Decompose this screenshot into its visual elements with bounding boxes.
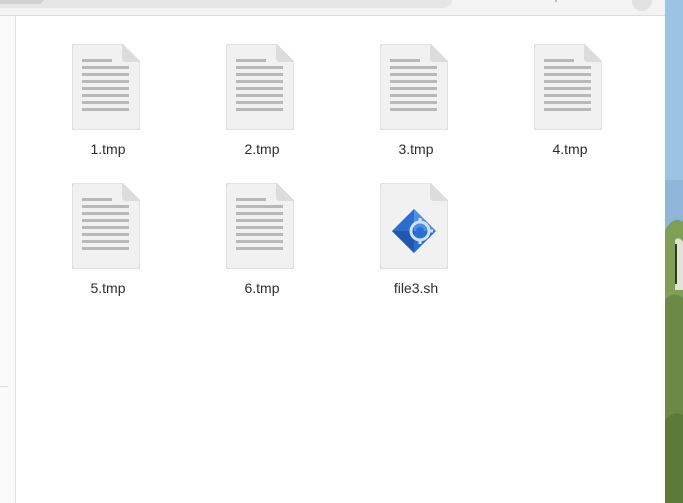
file-manager-window: 1.tmp 2.tmp 3.tmp 4.tmp 5.tmp 6.tmp file…	[0, 0, 665, 503]
header-separator	[555, 0, 557, 2]
file-item-1-tmp[interactable]: 1.tmp	[48, 44, 168, 174]
file-item-3-tmp[interactable]: 3.tmp	[356, 44, 476, 174]
path-bar[interactable]	[0, 0, 452, 8]
file-name-label: 4.tmp	[552, 141, 588, 157]
sidebar	[0, 16, 16, 503]
text-file-icon	[72, 183, 140, 269]
file-name-label: 1.tmp	[90, 141, 126, 157]
file-item-2-tmp[interactable]: 2.tmp	[202, 44, 322, 174]
text-file-icon	[226, 183, 294, 269]
path-segment[interactable]	[0, 0, 44, 4]
text-file-icon	[226, 44, 294, 130]
shell-script-icon	[380, 183, 448, 269]
sidebar-divider	[0, 386, 8, 387]
file-name-label: 6.tmp	[244, 280, 280, 296]
desktop-wallpaper	[665, 0, 683, 503]
file-grid: 1.tmp 2.tmp 3.tmp 4.tmp 5.tmp 6.tmp file…	[16, 16, 665, 503]
file-name-label: file3.sh	[393, 280, 439, 296]
file-item-6-tmp[interactable]: 6.tmp	[202, 183, 322, 313]
text-file-icon	[380, 44, 448, 130]
file-item-5-tmp[interactable]: 5.tmp	[48, 183, 168, 313]
file-name-label: 2.tmp	[244, 141, 280, 157]
file-name-label: 3.tmp	[398, 141, 434, 157]
window-control-button[interactable]	[632, 0, 652, 11]
header-bar	[0, 0, 665, 16]
text-file-icon	[534, 44, 602, 130]
file-name-label: 5.tmp	[90, 280, 126, 296]
text-file-icon	[72, 44, 140, 130]
file-item-file3-sh[interactable]: file3.sh	[356, 183, 476, 313]
file-item-4-tmp[interactable]: 4.tmp	[510, 44, 630, 174]
